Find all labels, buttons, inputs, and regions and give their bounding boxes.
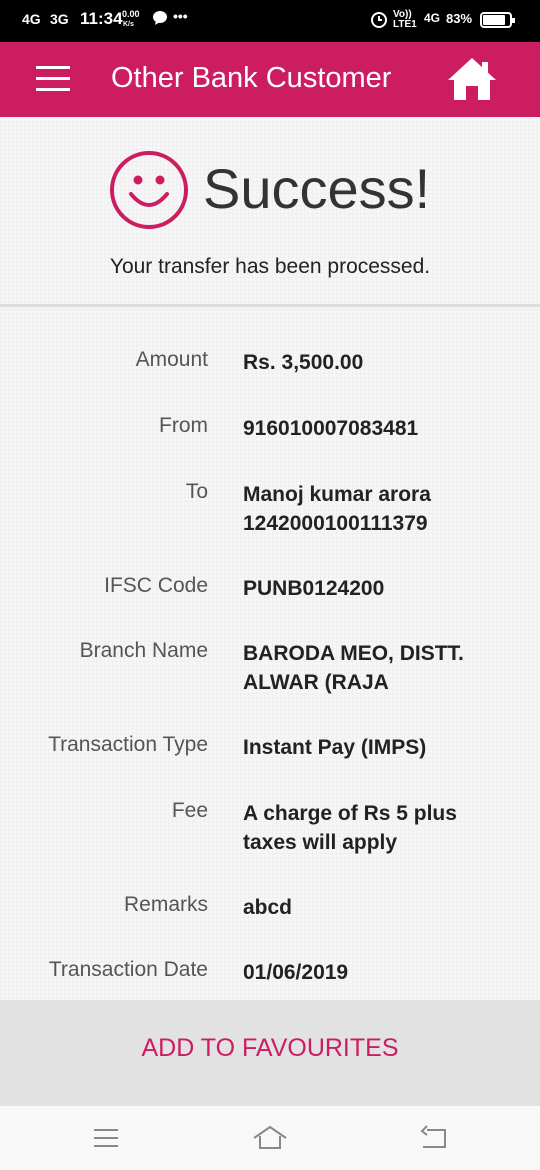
add-to-favourites-button[interactable]: ADD TO FAVOURITES	[0, 1034, 540, 1063]
detail-value: Manoj kumar arora 1242000100111379	[243, 483, 431, 535]
status-bar: 4G 3G 11:34 0.00 K/s ••• Vo)) LTE1 4G 83…	[0, 0, 540, 42]
detail-value: 916010007083481	[243, 417, 419, 440]
app-header: Other Bank Customer	[0, 42, 540, 117]
chat-icon	[152, 10, 168, 29]
page-title: Other Bank Customer	[111, 62, 392, 94]
detail-label: Remarks	[123, 893, 208, 916]
network-indicator-4g: 4G	[22, 11, 41, 27]
system-navigation-bar	[0, 1106, 540, 1170]
clock: 11:34	[80, 9, 123, 28]
home-outline-icon[interactable]	[252, 1124, 288, 1157]
network-indicator-3g: 3G	[50, 11, 69, 27]
detail-value: A charge of Rs 5 plus taxes will apply	[243, 802, 457, 854]
favourites-bar: ADD TO FAVOURITES	[0, 1000, 540, 1106]
detail-label: Fee	[171, 799, 208, 822]
recents-icon[interactable]	[92, 1125, 120, 1156]
detail-label: Transaction Date	[48, 958, 208, 981]
volte-indicator: Vo)) LTE1	[393, 9, 417, 30]
alarm-icon	[370, 10, 388, 31]
detail-value: 01/06/2019	[243, 961, 349, 984]
detail-label: Transaction Type	[48, 733, 208, 756]
network-indicator-4g-2: 4G	[424, 11, 441, 25]
more-notifications-icon: •••	[173, 8, 188, 24]
data-speed: 0.00	[122, 9, 140, 19]
success-message: Your transfer has been processed.	[109, 255, 431, 278]
detail-label: From	[159, 414, 208, 437]
detail-label: IFSC Code	[104, 574, 208, 597]
battery-level	[483, 15, 505, 25]
detail-label: Branch Name	[79, 639, 208, 662]
home-icon[interactable]	[446, 54, 498, 104]
detail-value: abcd	[243, 896, 293, 919]
detail-label: To	[185, 480, 208, 503]
battery-percent: 83%	[446, 11, 473, 26]
detail-value: Instant Pay (IMPS)	[243, 736, 427, 759]
detail-value: BARODA MEO, DISTT. ALWAR (RAJA	[243, 642, 464, 694]
divider	[0, 304, 540, 307]
data-speed-unit: K/s	[123, 21, 134, 28]
detail-value: Rs. 3,500.00	[243, 351, 364, 374]
confirmation-content: Success! Your transfer has been processe…	[0, 117, 540, 1000]
detail-value: PUNB0124200	[243, 577, 385, 600]
detail-label: Amount	[135, 348, 208, 371]
battery-icon	[480, 12, 515, 28]
smiley-face-icon	[109, 150, 189, 235]
success-heading: Success!	[203, 157, 431, 220]
hamburger-menu-icon[interactable]	[36, 66, 72, 94]
back-icon[interactable]	[419, 1125, 449, 1156]
